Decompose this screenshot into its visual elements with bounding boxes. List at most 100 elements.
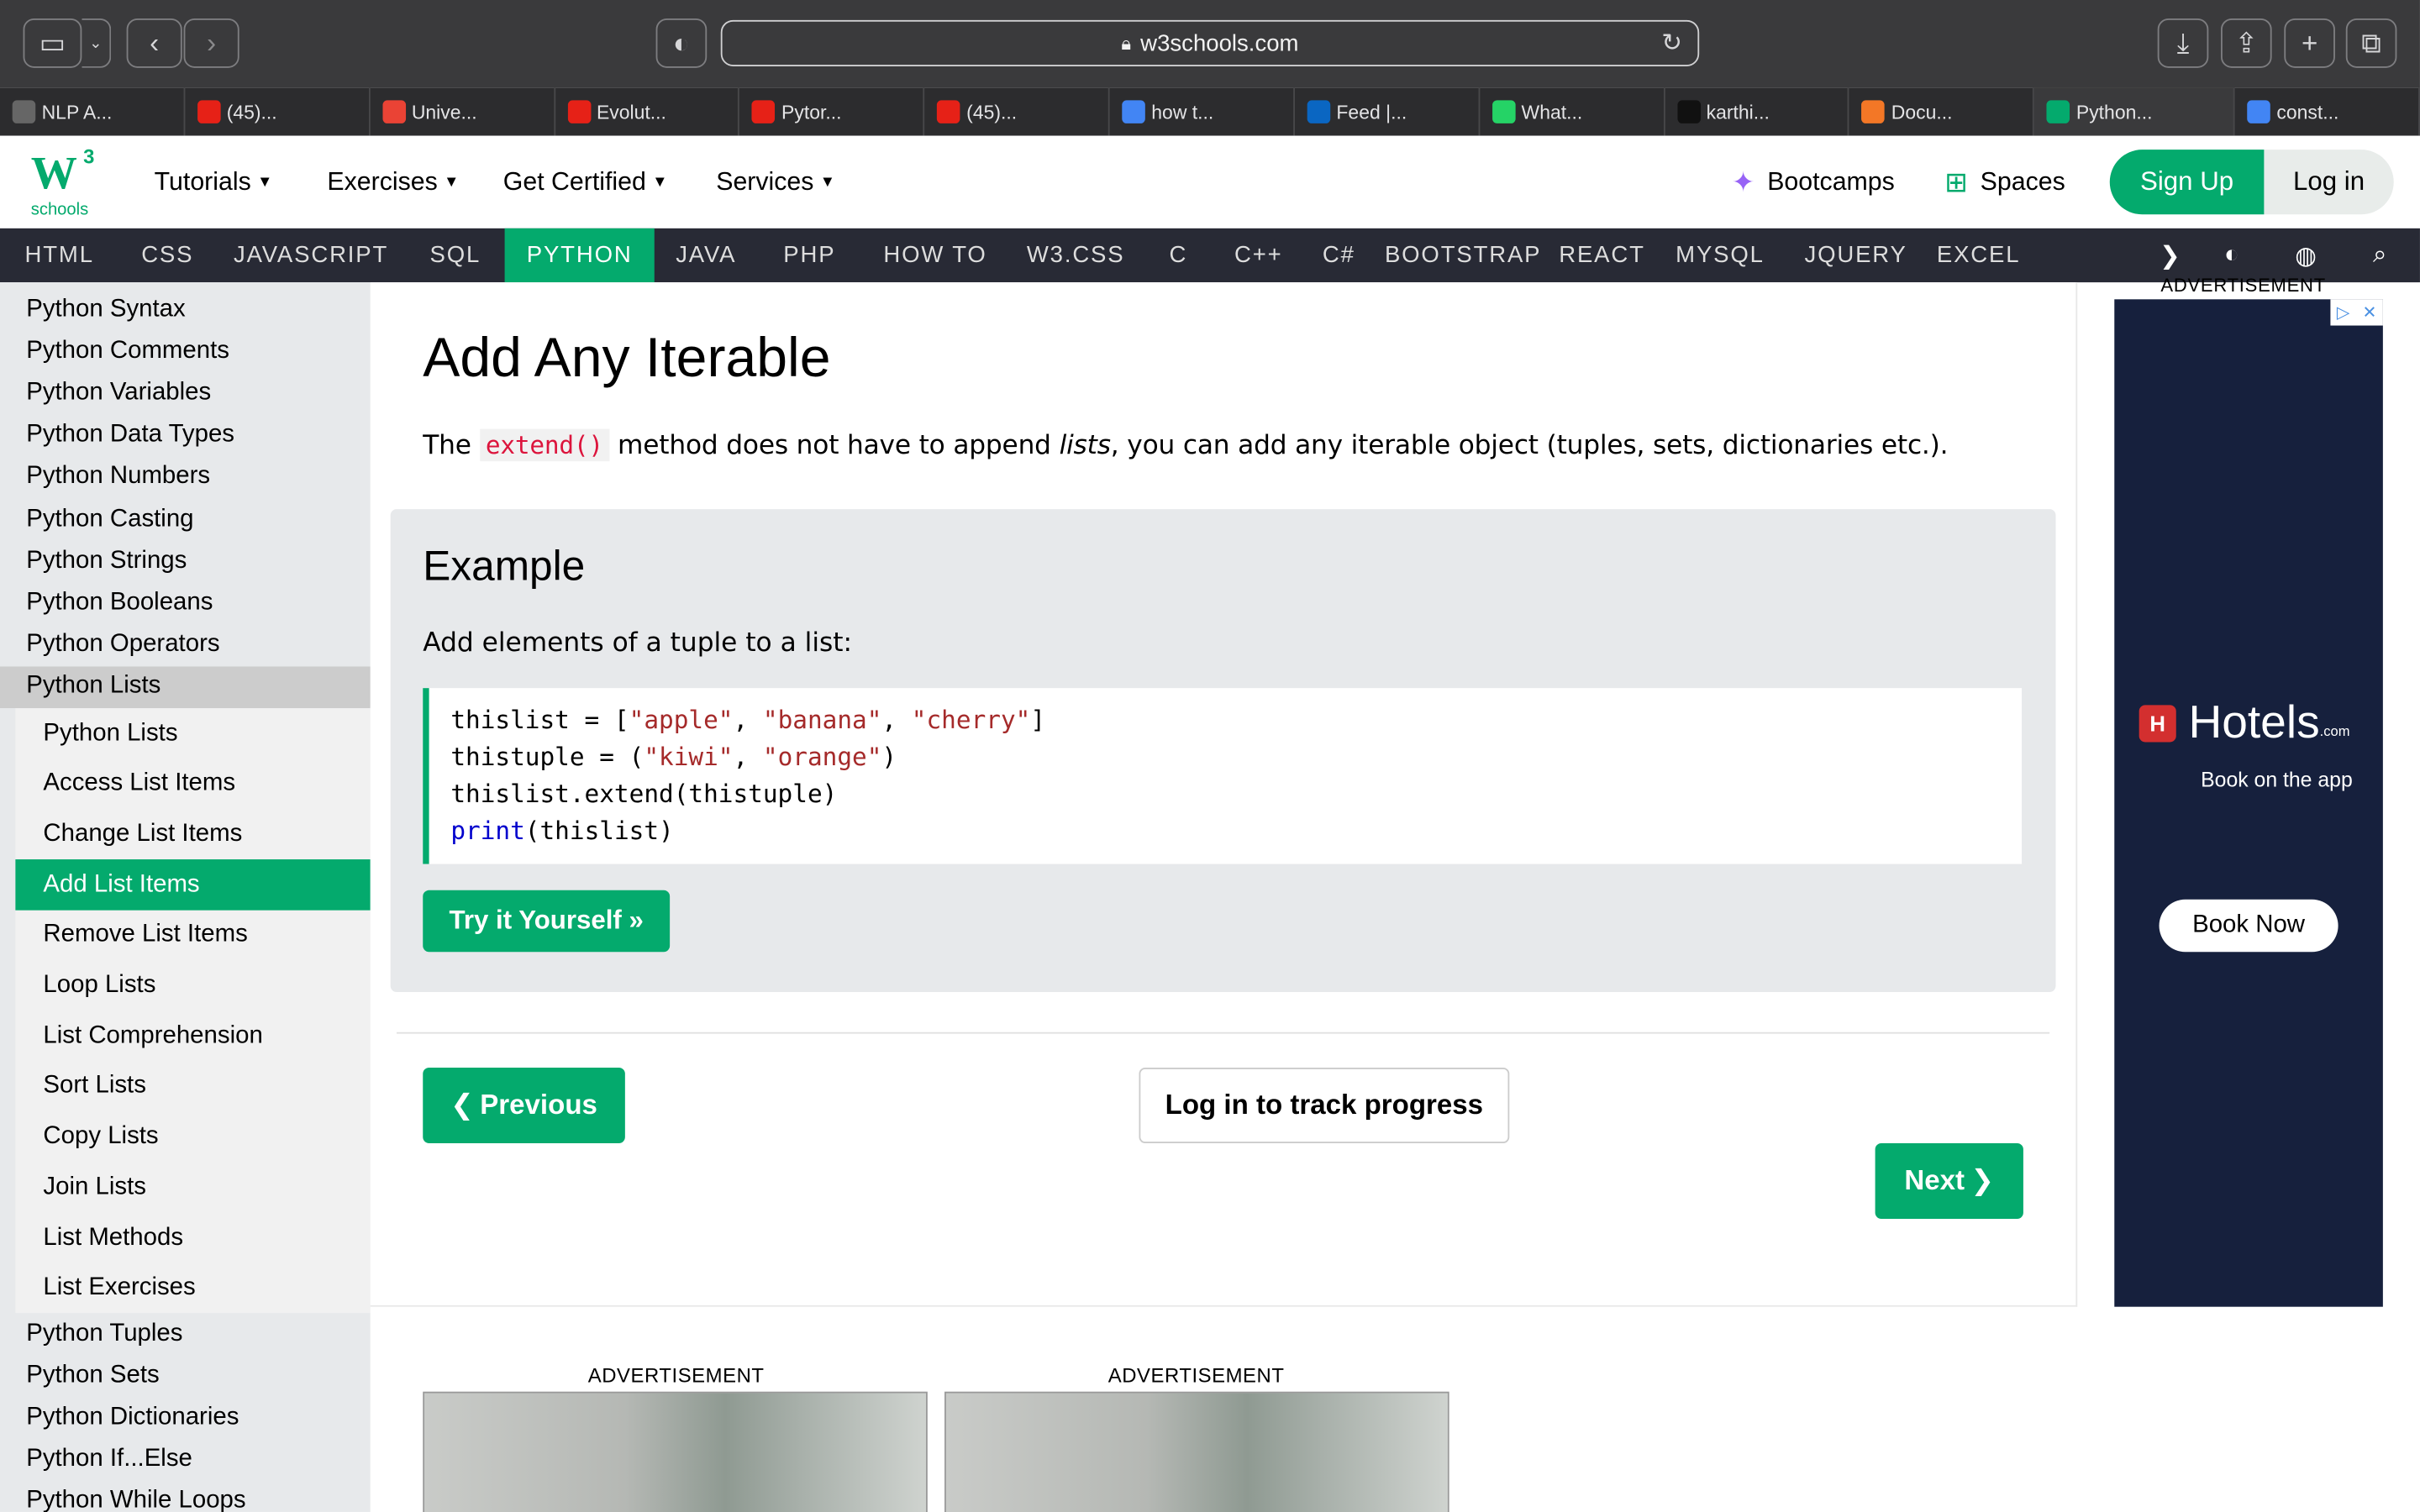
menu-tutorials[interactable]: Tutorials ▼	[155, 136, 273, 228]
browser-tab[interactable]: Feed |...	[1295, 87, 1480, 136]
track-progress-button[interactable]: Log in to track progress	[1139, 1067, 1510, 1143]
divider	[397, 1032, 2050, 1034]
topic-javascript[interactable]: JAVASCRIPT	[216, 228, 406, 282]
downloads-icon[interactable]: ⤓	[2157, 18, 2209, 68]
sidebar-link[interactable]: Python If...Else	[0, 1439, 371, 1481]
topic-html[interactable]: HTML	[0, 228, 118, 282]
lock-icon: 🔒︎	[1121, 31, 1132, 54]
code-line: thislist.extend(thistuple)	[450, 779, 838, 809]
browser-tab[interactable]: Docu...	[1849, 87, 2035, 136]
previous-button[interactable]: ❮ Previous	[423, 1067, 625, 1143]
topic-jquery[interactable]: JQUERY	[1787, 228, 1924, 282]
chevron-right-icon: ❯	[1970, 1164, 1995, 1196]
chevron-down-icon[interactable]: ⌄	[82, 18, 112, 68]
bootcamps-link[interactable]: ✦ Bootcamps	[1732, 136, 1895, 228]
sidebar-link[interactable]: Python Lists	[0, 666, 371, 708]
browser-tab[interactable]: Python...	[2034, 87, 2235, 136]
menu-get-certified[interactable]: Get Certified ▼	[503, 136, 668, 228]
browser-tab[interactable]: Unive...	[370, 87, 555, 136]
w3schools-logo[interactable]: W 3 schools	[28, 145, 105, 219]
sidebar-link[interactable]: Python Variables	[0, 372, 371, 414]
sidebar-sub-link[interactable]: Sort Lists	[15, 1061, 370, 1112]
address-bar[interactable]: 🔒︎ w3schools.com ↻	[720, 19, 1700, 66]
try-it-yourself-button[interactable]: Try it Yourself »	[423, 890, 671, 953]
search-icon[interactable]: ⌕	[2355, 228, 2405, 282]
sidebar-sub-link[interactable]: Remove List Items	[15, 910, 370, 961]
topic-java[interactable]: JAVA	[655, 228, 758, 282]
youtube-icon	[197, 100, 221, 123]
code-line: thislist = ["apple", "banana", "cherry"]	[450, 705, 1046, 735]
back-icon[interactable]: ‹	[126, 18, 182, 68]
code-line: print(thislist)	[450, 816, 674, 846]
sidebar-link[interactable]: Python Booleans	[0, 582, 371, 624]
topic-c-[interactable]: C#	[1302, 228, 1375, 282]
hotels-ad[interactable]: ▷ ✕ H Hotels .com Book on the app Book Now	[2114, 299, 2383, 1307]
browser-tab[interactable]: (45)...	[185, 87, 371, 136]
sidebar-sub-link[interactable]: Add List Items	[15, 859, 371, 911]
book-now-button[interactable]: Book Now	[2159, 899, 2338, 953]
sidebar-link[interactable]: Python Operators	[0, 624, 371, 666]
sidebar-link[interactable]: Python Sets	[0, 1355, 371, 1397]
browser-tab[interactable]: (45)...	[925, 87, 1110, 136]
browser-tab[interactable]: Pytor...	[739, 87, 925, 136]
ad-image[interactable]	[944, 1391, 1449, 1512]
topic-c-[interactable]: C++	[1214, 228, 1302, 282]
sidebar-link[interactable]: Python Numbers	[0, 456, 371, 498]
reload-icon[interactable]: ↻	[1661, 28, 1682, 59]
sidebar-sub-link[interactable]: Python Lists	[15, 708, 370, 759]
main-content: Add Any Iterable The extend() method doe…	[370, 282, 2078, 1512]
topic-bootstrap[interactable]: BOOTSTRAP	[1375, 228, 1550, 282]
share-icon[interactable]: ⇪	[2221, 18, 2272, 68]
left-sidebar: Python Syntax Python Comments Python Varia…	[0, 282, 371, 1512]
forward-icon[interactable]: ›	[183, 18, 239, 68]
spaces-link[interactable]: ⊞ Spaces	[1944, 136, 2065, 228]
sidebar-link[interactable]: Python Tuples	[0, 1313, 371, 1355]
topic-w3-css[interactable]: W3.CSS	[1009, 228, 1142, 282]
browser-tab[interactable]: Evolut...	[555, 87, 740, 136]
topic-css[interactable]: CSS	[118, 228, 216, 282]
sidebar-sub-link[interactable]: Copy Lists	[15, 1112, 370, 1163]
sidebar-sub-link[interactable]: List Exercises	[15, 1263, 370, 1315]
sidebar-toggle-icon[interactable]: ▭	[23, 18, 82, 68]
signup-button[interactable]: Sign Up	[2109, 150, 2265, 215]
topic-python[interactable]: PYTHON	[504, 228, 655, 283]
url-text: w3schools.com	[1140, 29, 1299, 57]
youtube-icon	[752, 100, 776, 123]
sidebar-sub-link[interactable]: List Comprehension	[15, 1011, 370, 1062]
browser-tab[interactable]: What...	[1480, 87, 1665, 136]
browser-tab[interactable]: const...	[2235, 87, 2420, 136]
topic-mysql[interactable]: MYSQL	[1653, 228, 1787, 282]
topic-how-to[interactable]: HOW TO	[861, 228, 1009, 282]
sidebar-sub-link[interactable]: Join Lists	[15, 1163, 370, 1214]
sidebar-sub-link[interactable]: Access List Items	[15, 759, 370, 810]
ad-image[interactable]	[423, 1391, 928, 1512]
browser-tab[interactable]: karthi...	[1665, 87, 1850, 136]
sidebar-link[interactable]: Python While Loops	[0, 1481, 371, 1512]
privacy-shield-icon[interactable]: ◐	[655, 18, 708, 68]
menu-services[interactable]: Services ▼	[716, 136, 835, 228]
sidebar-link[interactable]: Python Data Types	[0, 414, 371, 456]
sidebar-link[interactable]: Python Strings	[0, 540, 371, 582]
topic-c[interactable]: C	[1142, 228, 1214, 282]
sidebar-link[interactable]: Python Casting	[0, 498, 371, 540]
sidebar-link[interactable]: Python Comments	[0, 330, 371, 372]
sidebar-link[interactable]: Python Syntax	[0, 288, 371, 330]
menu-exercises[interactable]: Exercises ▼	[327, 136, 459, 228]
topic-sql[interactable]: SQL	[406, 228, 505, 282]
sidebar-sub-link[interactable]: Change List Items	[15, 809, 370, 860]
sidebar-sub-link[interactable]: List Methods	[15, 1213, 370, 1264]
ad-choices-icon[interactable]: ▷ ✕	[2330, 299, 2383, 326]
new-tab-icon[interactable]: +	[2284, 18, 2335, 68]
sidebar-link[interactable]: Python Dictionaries	[0, 1397, 371, 1439]
topic-react[interactable]: REACT	[1551, 228, 1653, 282]
sidebar-sub-link[interactable]: Loop Lists	[15, 960, 370, 1011]
code-block[interactable]: thislist = ["apple", "banana", "cherry"]…	[423, 688, 2023, 864]
tab-overview-icon[interactable]: ⧉	[2345, 18, 2397, 68]
topic-excel[interactable]: EXCEL	[1924, 228, 2033, 282]
browser-tab[interactable]: how t...	[1110, 87, 1295, 136]
next-button[interactable]: Next ❯	[1875, 1142, 2023, 1219]
topic-php[interactable]: PHP	[758, 228, 861, 282]
google-icon	[2247, 100, 2270, 123]
login-button[interactable]: Log in	[2264, 150, 2394, 215]
browser-tab[interactable]: NLP A...	[0, 87, 186, 136]
